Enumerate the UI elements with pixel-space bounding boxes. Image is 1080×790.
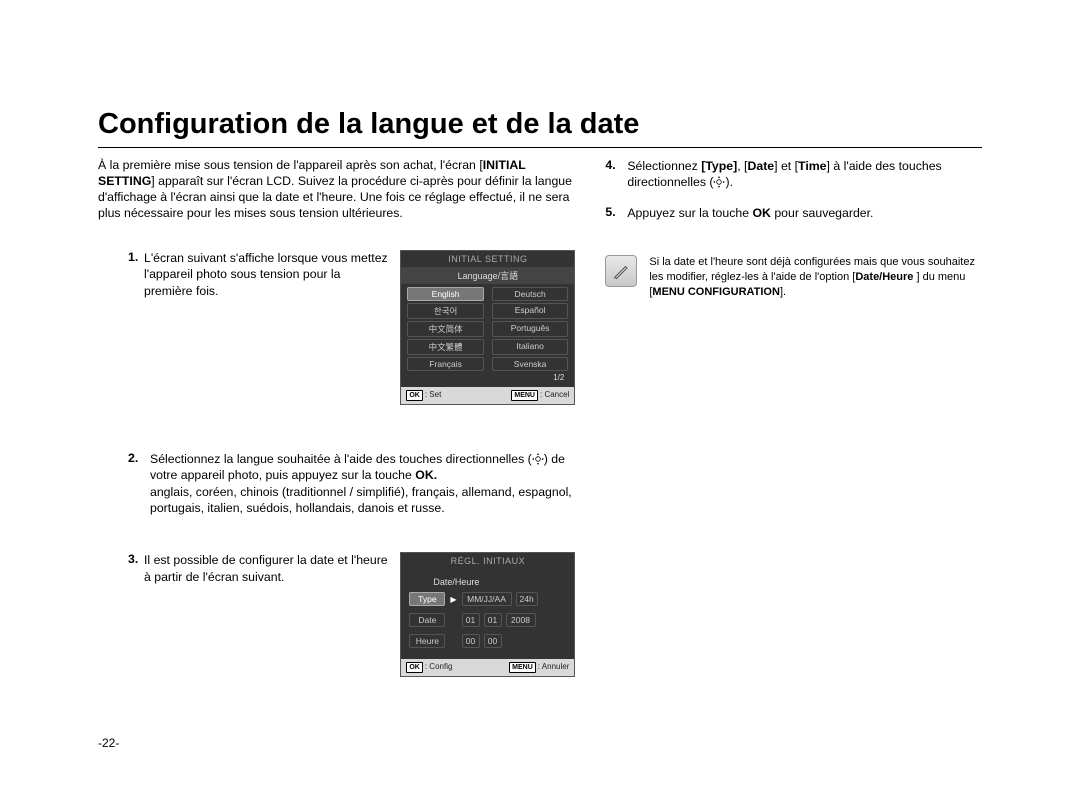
language-option[interactable]: 한국어 [407, 303, 484, 319]
lcd-menu-hint: MENU: Cancel [511, 390, 569, 401]
step-2-text: Sélectionnez la langue souhaitée à l'aid… [150, 451, 575, 516]
date-label[interactable]: Date [409, 613, 445, 627]
date-value[interactable]: 2008 [506, 613, 536, 627]
note-icon [605, 255, 637, 287]
lcd-date-setting: RÉGL. INITIAUX Date/Heure Type ▶ MM/JJ/A… [400, 552, 575, 677]
chevron-right-icon: ▶ [449, 595, 457, 604]
lcd-ok-hint: OK: Config [406, 662, 452, 673]
lcd-subtitle: Date/Heure [409, 575, 566, 592]
intro-text: À la première mise sous tension de l'app… [98, 158, 575, 222]
date-type-label[interactable]: Type [409, 592, 445, 606]
page-number: -22- [98, 736, 119, 750]
lcd-ok-hint: OK: Set [406, 390, 441, 401]
lcd-subtitle: Language/言語 [401, 267, 574, 284]
language-option[interactable]: English [407, 287, 484, 301]
lcd-initial-setting: INITIAL SETTING Language/言語 English Deut… [400, 250, 575, 405]
step-number: 4. [605, 158, 621, 172]
language-option[interactable]: Italiano [492, 339, 569, 355]
step-number: 2. [128, 451, 144, 465]
language-option[interactable]: Français [407, 357, 484, 371]
lcd-pager: 1/2 [407, 371, 568, 385]
language-option[interactable]: 中文繁體 [407, 339, 484, 355]
page-title: Configuration de la langue et de la date [98, 108, 982, 148]
step-number: 3. [128, 552, 144, 585]
dpad-icon [713, 176, 725, 188]
step-number: 5. [605, 205, 621, 219]
date-format-value[interactable]: MM/JJ/AA [462, 592, 512, 606]
language-option[interactable]: Español [492, 303, 569, 319]
time-value[interactable]: 00 [462, 634, 480, 648]
language-option[interactable]: Svenska [492, 357, 569, 371]
step-number: 1. [128, 250, 144, 299]
date-value[interactable]: 01 [462, 613, 480, 627]
language-option[interactable]: Português [492, 321, 569, 337]
language-option[interactable]: 中文简体 [407, 321, 484, 337]
date-value[interactable]: 01 [484, 613, 502, 627]
time-value[interactable]: 00 [484, 634, 502, 648]
dpad-icon [532, 453, 544, 465]
time-format-value[interactable]: 24h [516, 592, 538, 606]
step-3-text: Il est possible de configurer la date et… [144, 552, 392, 585]
lcd-title: RÉGL. INITIAUX [401, 553, 574, 569]
time-label[interactable]: Heure [409, 634, 445, 648]
lcd-title: INITIAL SETTING [401, 251, 574, 267]
language-option[interactable]: Deutsch [492, 287, 569, 301]
note-text: Si la date et l'heure sont déjà configur… [649, 255, 982, 300]
lcd-menu-hint: MENU: Annuler [509, 662, 569, 673]
step-1-text: L'écran suivant s'affiche lorsque vous m… [144, 250, 392, 299]
step-4-text: Sélectionnez [Type], [Date] et [Time] à … [627, 158, 982, 191]
step-5-text: Appuyez sur la touche OK pour sauvegarde… [627, 205, 982, 221]
